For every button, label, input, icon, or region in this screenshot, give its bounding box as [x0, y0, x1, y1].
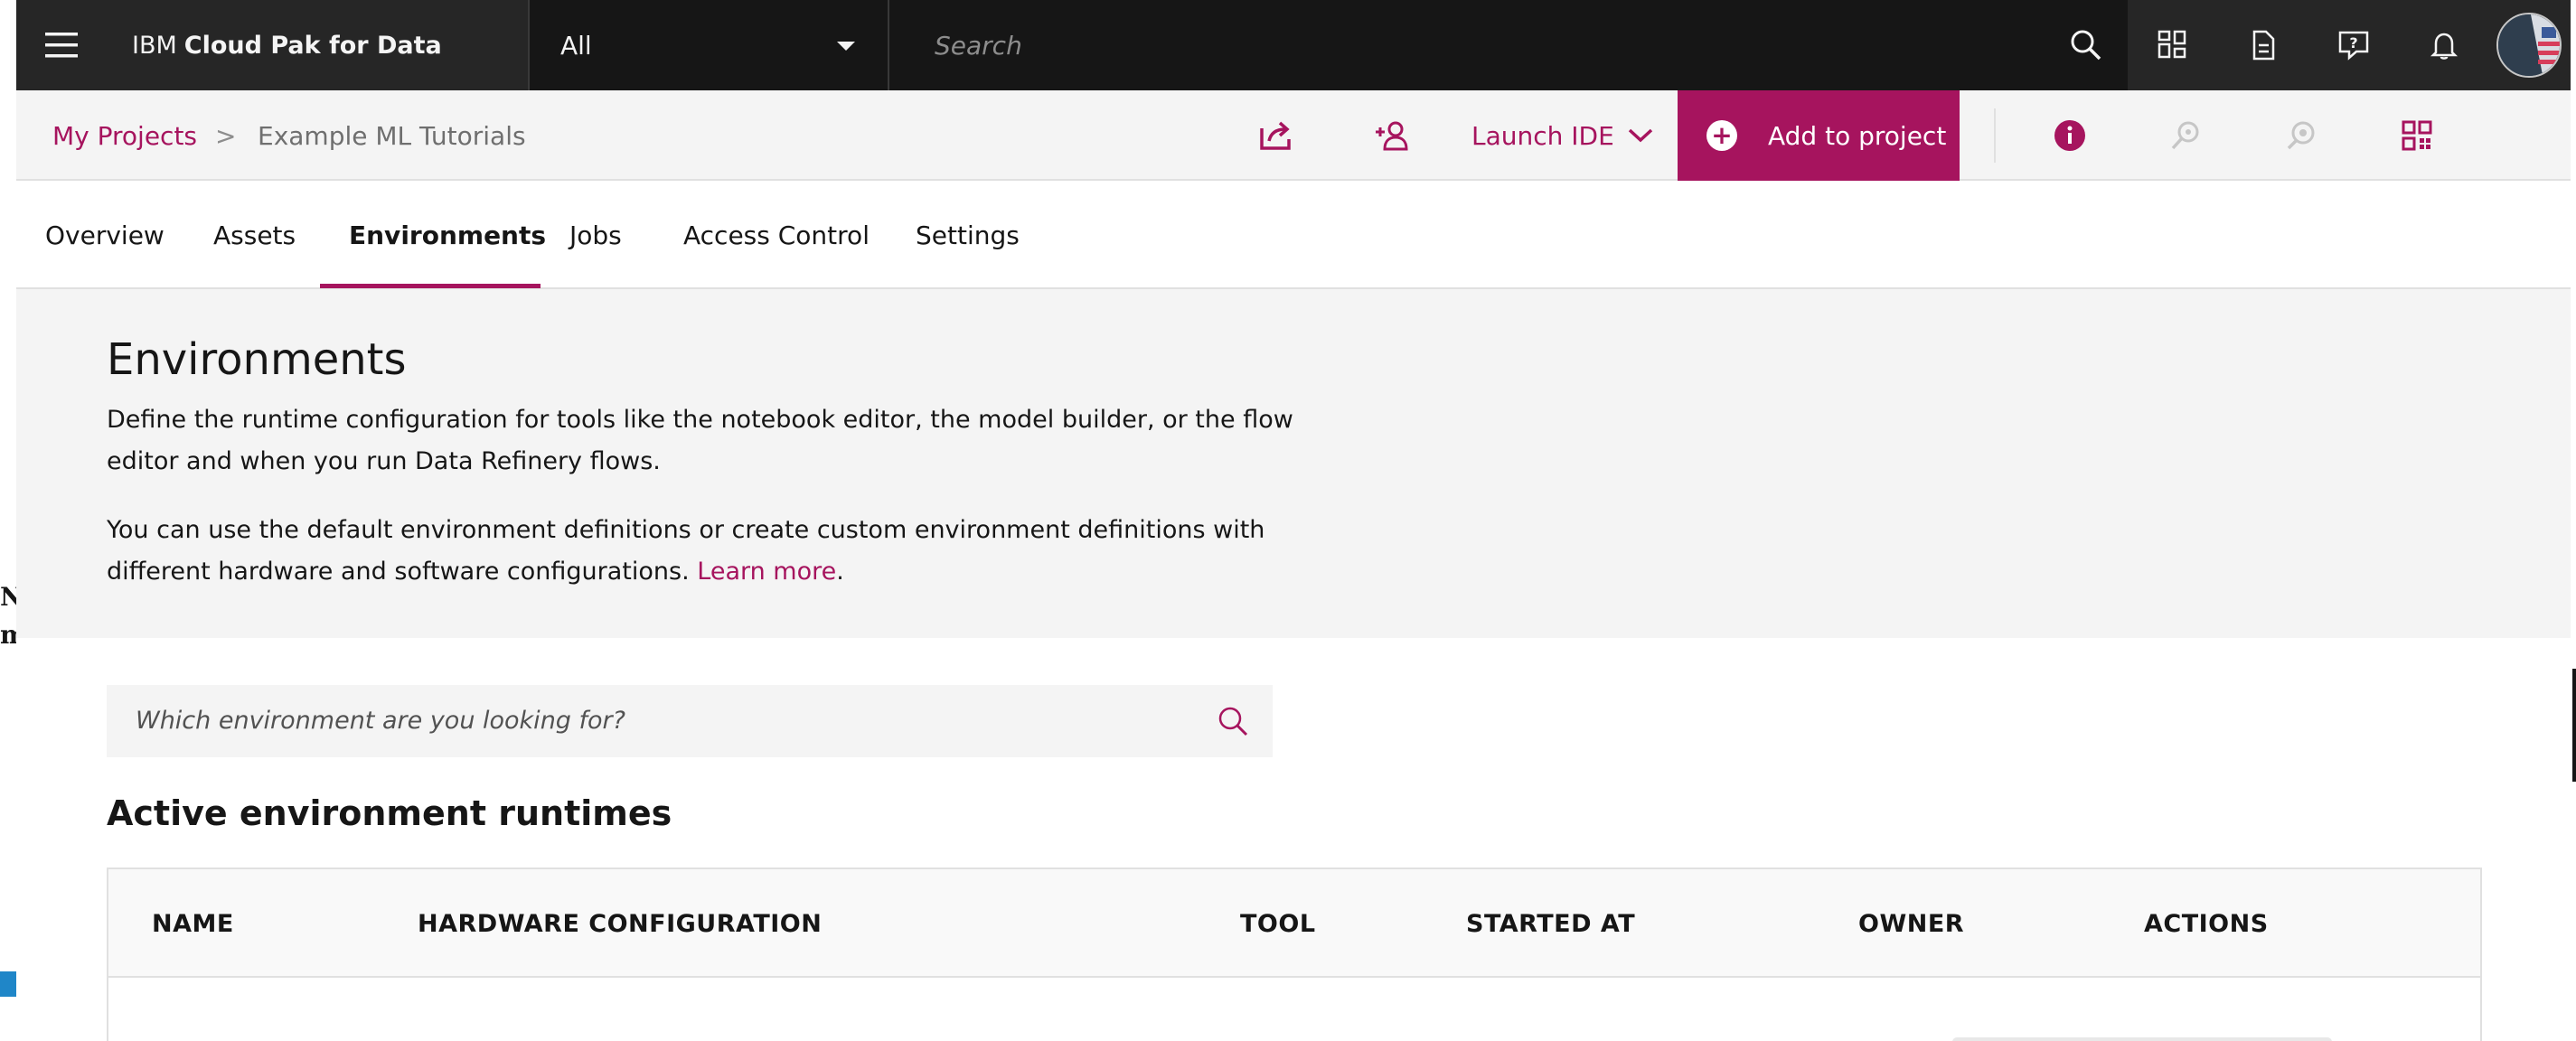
column-header-name[interactable]: NAME: [152, 869, 234, 978]
project-info-button[interactable]: [2025, 90, 2115, 181]
column-header-tool[interactable]: TOOL: [1240, 869, 1316, 978]
right-window-edge: [2571, 0, 2576, 1041]
product-name[interactable]: IBM Cloud Pak for Data: [132, 0, 442, 90]
app-window: IBM Cloud Pak for Data All Search ? My P…: [16, 0, 2571, 1041]
catalog-icon: [2158, 30, 2186, 59]
search-icon[interactable]: [2068, 27, 2104, 63]
apps-button[interactable]: [2372, 90, 2462, 181]
document-icon: [2252, 30, 2275, 61]
hamburger-menu-button[interactable]: [16, 0, 107, 90]
search-icon[interactable]: [1217, 705, 1249, 737]
notification-icon: [2430, 33, 2458, 60]
table-row-placeholder: [1952, 1037, 2332, 1041]
tab-settings[interactable]: Settings: [916, 181, 1020, 289]
add-circle-icon: +: [1706, 120, 1737, 151]
global-header: IBM Cloud Pak for Data All Search ?: [16, 0, 2571, 90]
page-title: Environments: [107, 334, 407, 385]
search-scope-value: All: [560, 30, 592, 61]
left-window-edge: N m: [0, 0, 27, 1041]
apps-grid-icon: [2402, 120, 2432, 151]
active-runtimes-table: NAME HARDWARE CONFIGURATION TOOL STARTED…: [107, 868, 2482, 1041]
edge-blue-block: [0, 971, 16, 997]
table-header: NAME HARDWARE CONFIGURATION TOOL STARTED…: [108, 869, 2480, 978]
help-button[interactable]: ?: [2308, 0, 2399, 90]
project-tabs: Overview Assets Environments Jobs Access…: [16, 181, 2571, 289]
add-collaborator-button[interactable]: [1347, 90, 1437, 181]
notifications-button[interactable]: [2399, 0, 2489, 90]
add-user-icon: [1376, 121, 1408, 151]
column-header-owner[interactable]: OWNER: [1858, 869, 1964, 978]
launch-ide-label: Launch IDE: [1471, 120, 1614, 151]
breadcrumb-my-projects[interactable]: My Projects: [52, 90, 197, 181]
share-icon: [1260, 121, 1291, 150]
header-divider: [1994, 108, 1996, 163]
search-placeholder: Search: [935, 30, 1022, 61]
help-icon: ?: [2338, 31, 2369, 61]
svg-text:?: ?: [2349, 34, 2357, 52]
project-header: My Projects > Example ML Tutorials Launc…: [16, 90, 2571, 181]
tab-assets[interactable]: Assets: [213, 181, 296, 289]
search-history-button[interactable]: [2140, 90, 2231, 181]
launch-ide-dropdown[interactable]: Launch IDE: [1471, 90, 1654, 181]
learn-more-link[interactable]: Learn more: [697, 558, 836, 586]
right-edge-bar: [2572, 669, 2576, 782]
chevron-down-icon: [1628, 128, 1652, 143]
search-history-icon: [2171, 121, 2199, 150]
tab-environments[interactable]: Environments: [349, 181, 546, 289]
column-header-hardware[interactable]: HARDWARE CONFIGURATION: [418, 869, 822, 978]
brand-prefix: IBM: [132, 31, 177, 60]
caret-down-icon: [837, 42, 855, 51]
intro-description: Define the runtime configuration for too…: [107, 406, 1293, 475]
ideas-button[interactable]: [2256, 90, 2346, 181]
environments-intro: Environments Define the runtime configur…: [16, 289, 2571, 638]
tab-jobs[interactable]: Jobs: [569, 181, 622, 289]
tab-access-control[interactable]: Access Control: [683, 181, 870, 289]
tab-overview[interactable]: Overview: [45, 181, 165, 289]
active-runtimes-title: Active environment runtimes: [107, 793, 672, 833]
brand-name: Cloud Pak for Data: [183, 31, 442, 60]
share-button[interactable]: [1231, 90, 1321, 181]
column-header-actions: ACTIONS: [2144, 909, 2269, 938]
documentation-button[interactable]: [2218, 0, 2308, 90]
column-header-started-at[interactable]: STARTED AT: [1466, 869, 1635, 978]
environment-search-placeholder: Which environment are you looking for?: [136, 706, 625, 735]
breadcrumb-current-project: Example ML Tutorials: [258, 120, 526, 151]
user-avatar[interactable]: [2496, 13, 2562, 78]
add-to-project-button[interactable]: + Add to project: [1678, 90, 1960, 181]
info-icon: [2054, 120, 2085, 151]
catalog-button[interactable]: [2128, 0, 2218, 90]
global-search-input[interactable]: Search: [891, 0, 2129, 90]
hamburger-icon: [45, 33, 78, 58]
environment-search-input[interactable]: Which environment are you looking for?: [107, 685, 1273, 757]
breadcrumb-separator: >: [215, 120, 237, 151]
lightbulb-icon: [2287, 121, 2315, 150]
add-to-project-label: Add to project: [1768, 120, 1947, 151]
intro-description-secondary: You can use the default environment defi…: [107, 510, 1300, 593]
intro-secondary-text: You can use the default environment defi…: [107, 516, 1265, 586]
active-tab-indicator: [320, 284, 541, 288]
intro-period: .: [836, 558, 844, 586]
search-scope-dropdown[interactable]: All: [528, 0, 889, 90]
